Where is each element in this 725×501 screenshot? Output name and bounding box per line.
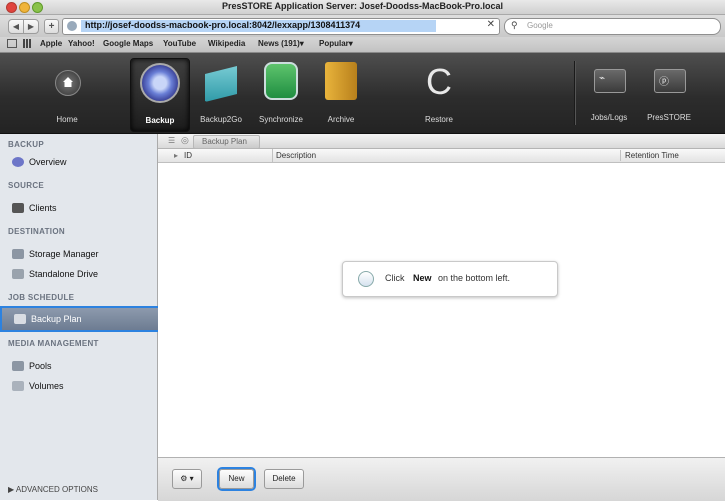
home-button[interactable]: Home xyxy=(38,58,96,130)
jobs-logs-button[interactable]: ⌁ Jobs/Logs xyxy=(588,69,630,122)
column-divider xyxy=(272,149,273,162)
presstore-button[interactable]: ⓟ PresSTORE xyxy=(647,69,691,122)
column-header-retention-time[interactable]: Retention Time xyxy=(620,150,679,161)
advanced-options-toggle[interactable]: ▶ ADVANCED OPTIONS xyxy=(8,485,98,494)
presstore-icon: ⓟ xyxy=(654,69,686,93)
refresh-icon[interactable]: ◎ xyxy=(181,135,189,146)
url-text: http://josef-doodss-macbook-pro.local:80… xyxy=(85,20,361,30)
search-input[interactable]: ⚲ Google xyxy=(504,18,721,35)
home-icon xyxy=(47,62,87,102)
presstore-label: PresSTORE xyxy=(647,113,691,122)
backup-label: Backup xyxy=(145,116,175,125)
column-header-description[interactable]: Description xyxy=(276,150,316,161)
restore-icon: C xyxy=(426,61,452,102)
list-view-icon[interactable]: ☰ xyxy=(168,136,175,145)
browser-address-bar: ◀ ▶ + http://josef-doodss-macbook-pro.lo… xyxy=(0,15,725,37)
sidebar-item-label: Backup Plan xyxy=(31,314,82,324)
sidebar-header-job-schedule: JOB SCHEDULE xyxy=(8,293,75,302)
sidebar-item-label: Overview xyxy=(29,157,67,167)
bookmark-yahoo[interactable]: Yahoo! xyxy=(68,39,95,48)
overview-icon xyxy=(12,157,24,167)
toolbar-divider xyxy=(574,61,576,125)
back-arrow-icon: ◀ xyxy=(12,22,20,31)
sidebar-header-source: SOURCE xyxy=(8,181,45,190)
synchronize-icon xyxy=(264,62,298,100)
backup-button[interactable]: Backup xyxy=(130,58,190,132)
delete-button[interactable]: Delete xyxy=(264,469,304,489)
backup-plan-icon xyxy=(14,314,26,324)
bottom-action-bar: ⚙ ▾ New Delete xyxy=(158,457,725,501)
jobs-logs-icon: ⌁ xyxy=(594,69,626,93)
site-favicon-icon xyxy=(67,21,77,31)
empty-state-hint: Click New on the bottom left. xyxy=(342,261,558,297)
window-titlebar: PresSTORE Application Server: Josef-Dood… xyxy=(0,0,725,15)
back-button[interactable]: ◀ xyxy=(8,19,24,34)
sidebar-item-label: Pools xyxy=(29,361,52,371)
bookmarks-book-icon[interactable] xyxy=(7,39,17,48)
volumes-icon xyxy=(12,381,24,391)
breadcrumb: ☰ ◎ Backup Plan xyxy=(158,134,725,149)
synchronize-label: Synchronize xyxy=(258,115,304,124)
backup2go-icon xyxy=(205,66,237,102)
backup-icon xyxy=(140,63,180,103)
bookmark-youtube[interactable]: YouTube xyxy=(163,39,196,48)
sidebar-header-backup: BACKUP xyxy=(8,140,45,149)
sidebar-header-destination: DESTINATION xyxy=(8,227,65,236)
app-toolbar: Home Backup Backup2Go Synchronize Archiv… xyxy=(0,53,725,134)
archive-label: Archive xyxy=(327,115,355,124)
synchronize-button[interactable]: Synchronize xyxy=(252,58,310,130)
bookmark-apple[interactable]: Apple xyxy=(40,39,62,48)
expand-arrow-icon[interactable]: ▸ xyxy=(174,150,178,161)
add-bookmark-button[interactable]: + xyxy=(44,19,59,34)
table-header: ▸ ID Description Retention Time xyxy=(158,149,725,163)
home-label: Home xyxy=(56,115,78,124)
sidebar-item-backup-plan[interactable]: Backup Plan xyxy=(0,306,161,332)
clients-icon xyxy=(12,203,24,213)
new-button[interactable]: New xyxy=(219,469,254,489)
sidebar-item-label: Standalone Drive xyxy=(29,269,99,279)
sidebar: BACKUP Overview SOURCE Clients DESTINATI… xyxy=(0,134,161,500)
main-content: ☰ ◎ Backup Plan ▸ ID Description Retenti… xyxy=(158,134,725,501)
restore-button[interactable]: C Restore xyxy=(410,58,468,130)
bookmark-wikipedia[interactable]: Wikipedia xyxy=(208,39,245,48)
backup2go-label: Backup2Go xyxy=(200,115,242,124)
column-header-id[interactable]: ID xyxy=(184,150,192,161)
bookmarks-bar: Apple Yahoo! Google Maps YouTube Wikiped… xyxy=(0,37,725,53)
jobs-logs-label: Jobs/Logs xyxy=(590,113,628,122)
archive-icon xyxy=(325,62,357,100)
restore-label: Restore xyxy=(424,115,453,124)
search-icon: ⚲ xyxy=(511,20,518,30)
hint-text-new: New xyxy=(413,273,432,283)
plus-icon: + xyxy=(48,21,55,32)
archive-button[interactable]: Archive xyxy=(312,58,370,130)
breadcrumb-item[interactable]: Backup Plan xyxy=(193,135,260,149)
sidebar-header-media-management: MEDIA MANAGEMENT xyxy=(8,339,99,348)
url-input[interactable]: http://josef-doodss-macbook-pro.local:80… xyxy=(62,18,500,35)
hint-text-pre: Click xyxy=(385,273,405,283)
bookmark-popular[interactable]: Popular▾ xyxy=(319,39,353,48)
hint-info-icon xyxy=(358,271,374,287)
forward-arrow-icon: ▶ xyxy=(27,22,35,31)
standalone-drive-icon xyxy=(12,269,24,279)
hint-text-post: on the bottom left. xyxy=(438,273,511,283)
forward-button[interactable]: ▶ xyxy=(23,19,39,34)
top-sites-grid-icon[interactable] xyxy=(23,39,32,48)
backup2go-button[interactable]: Backup2Go xyxy=(192,58,250,130)
sidebar-item-label: Storage Manager xyxy=(29,249,99,259)
bookmark-news[interactable]: News (191)▾ xyxy=(258,39,304,48)
stop-load-icon[interactable]: ✕ xyxy=(487,19,495,30)
pools-icon xyxy=(12,361,24,371)
sidebar-item-label: Clients xyxy=(29,203,57,213)
storage-manager-icon xyxy=(12,249,24,259)
gear-menu-button[interactable]: ⚙ ▾ xyxy=(172,469,202,489)
sidebar-item-label: Volumes xyxy=(29,381,64,391)
window-title: PresSTORE Application Server: Josef-Dood… xyxy=(221,1,504,11)
search-placeholder: Google xyxy=(527,21,553,30)
bookmark-google-maps[interactable]: Google Maps xyxy=(103,39,153,48)
